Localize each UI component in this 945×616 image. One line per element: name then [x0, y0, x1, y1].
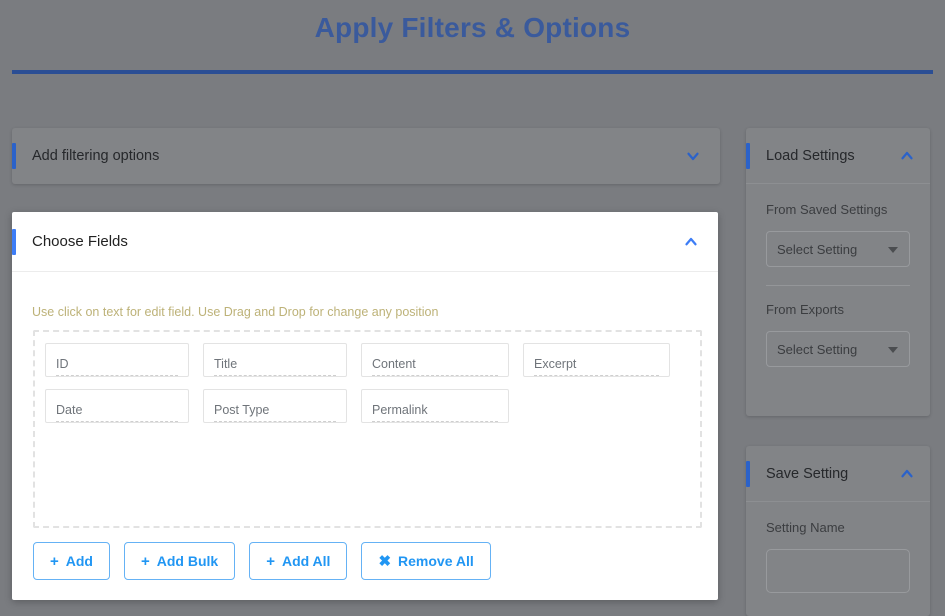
chevron-down-icon	[888, 347, 898, 353]
field-chip-label: Title	[214, 356, 336, 376]
save-setting-card: Save Setting Setting Name	[746, 446, 930, 616]
field-chip[interactable]: Post Type	[203, 389, 347, 423]
choose-fields-header[interactable]: Choose Fields	[12, 212, 718, 272]
setting-name-label: Setting Name	[766, 520, 845, 535]
sidebar-divider	[766, 285, 910, 286]
choose-fields-title: Choose Fields	[32, 233, 128, 250]
save-setting-header[interactable]: Save Setting	[746, 446, 930, 502]
from-saved-settings-label: From Saved Settings	[766, 202, 888, 217]
field-chip-label: Permalink	[372, 402, 498, 422]
chevron-down-icon[interactable]	[684, 147, 702, 165]
plus-icon: +	[266, 552, 275, 570]
field-chip-label: Date	[56, 402, 178, 422]
chevron-up-icon[interactable]	[682, 233, 700, 251]
page-header: Apply Filters & Options	[0, 0, 945, 80]
app-screen: Apply Filters & Options Add filtering op…	[0, 0, 945, 616]
remove-all-button-label: Remove All	[398, 553, 474, 569]
close-icon: ✖	[378, 552, 392, 570]
header-divider	[12, 70, 933, 74]
setting-name-input[interactable]	[766, 549, 910, 593]
chevron-down-icon	[888, 247, 898, 253]
drag-drop-hint: Use click on text for edit field. Use Dr…	[32, 305, 439, 319]
add-all-button-label: Add All	[281, 553, 331, 569]
add-button-label: Add	[65, 553, 93, 569]
accent-bar	[12, 143, 16, 169]
filtering-options-panel[interactable]: Add filtering options	[12, 128, 720, 184]
choose-fields-panel: Choose Fields Use click on text for edit…	[12, 212, 718, 600]
field-chip-label: Content	[372, 356, 498, 376]
save-setting-title: Save Setting	[766, 465, 849, 482]
save-setting-body: Setting Name	[746, 502, 930, 593]
field-chip[interactable]: Excerpt	[523, 343, 670, 377]
accent-bar	[746, 460, 750, 487]
fields-drop-zone[interactable]: ID Title Content Excerpt Date Post Type	[33, 330, 702, 528]
accent-bar	[12, 228, 16, 255]
field-chip[interactable]: ID	[45, 343, 189, 377]
field-chip-label: Post Type	[214, 402, 336, 422]
page-title: Apply Filters & Options	[314, 12, 631, 43]
load-settings-card: Load Settings From Saved Settings Select…	[746, 128, 930, 416]
saved-settings-select[interactable]: Select Setting	[766, 231, 910, 267]
from-exports-label: From Exports	[766, 302, 845, 317]
load-settings-title: Load Settings	[766, 147, 855, 164]
add-all-button[interactable]: + Add All	[249, 542, 348, 580]
saved-settings-select-value: Select Setting	[777, 241, 858, 257]
chevron-up-icon[interactable]	[898, 465, 916, 483]
load-settings-body: From Saved Settings Select Setting From …	[746, 184, 930, 367]
field-chip[interactable]: Content	[361, 343, 509, 377]
field-chip[interactable]: Date	[45, 389, 189, 423]
filtering-options-title: Add filtering options	[32, 148, 160, 164]
filtering-options-header[interactable]: Add filtering options	[12, 128, 720, 184]
load-settings-header[interactable]: Load Settings	[746, 128, 930, 184]
field-chip[interactable]: Title	[203, 343, 347, 377]
accent-bar	[746, 142, 750, 169]
exports-select[interactable]: Select Setting	[766, 331, 910, 367]
add-button[interactable]: + Add	[33, 542, 110, 580]
remove-all-button[interactable]: ✖ Remove All	[361, 542, 491, 580]
plus-icon: +	[50, 552, 59, 570]
exports-select-value: Select Setting	[777, 341, 858, 357]
plus-icon: +	[140, 552, 150, 570]
fields-action-buttons: + Add + Add Bulk + Add All ✖ Remove All	[33, 542, 491, 580]
add-bulk-button[interactable]: + Add Bulk	[123, 542, 236, 580]
field-chip[interactable]: Permalink	[361, 389, 509, 423]
field-chip-label: ID	[56, 356, 178, 376]
add-bulk-button-label: Add Bulk	[156, 553, 219, 569]
chevron-up-icon[interactable]	[898, 147, 916, 165]
fields-row-2: Date Post Type Permalink	[45, 389, 690, 423]
fields-row-1: ID Title Content Excerpt	[45, 343, 690, 377]
field-chip-label: Excerpt	[534, 356, 659, 376]
